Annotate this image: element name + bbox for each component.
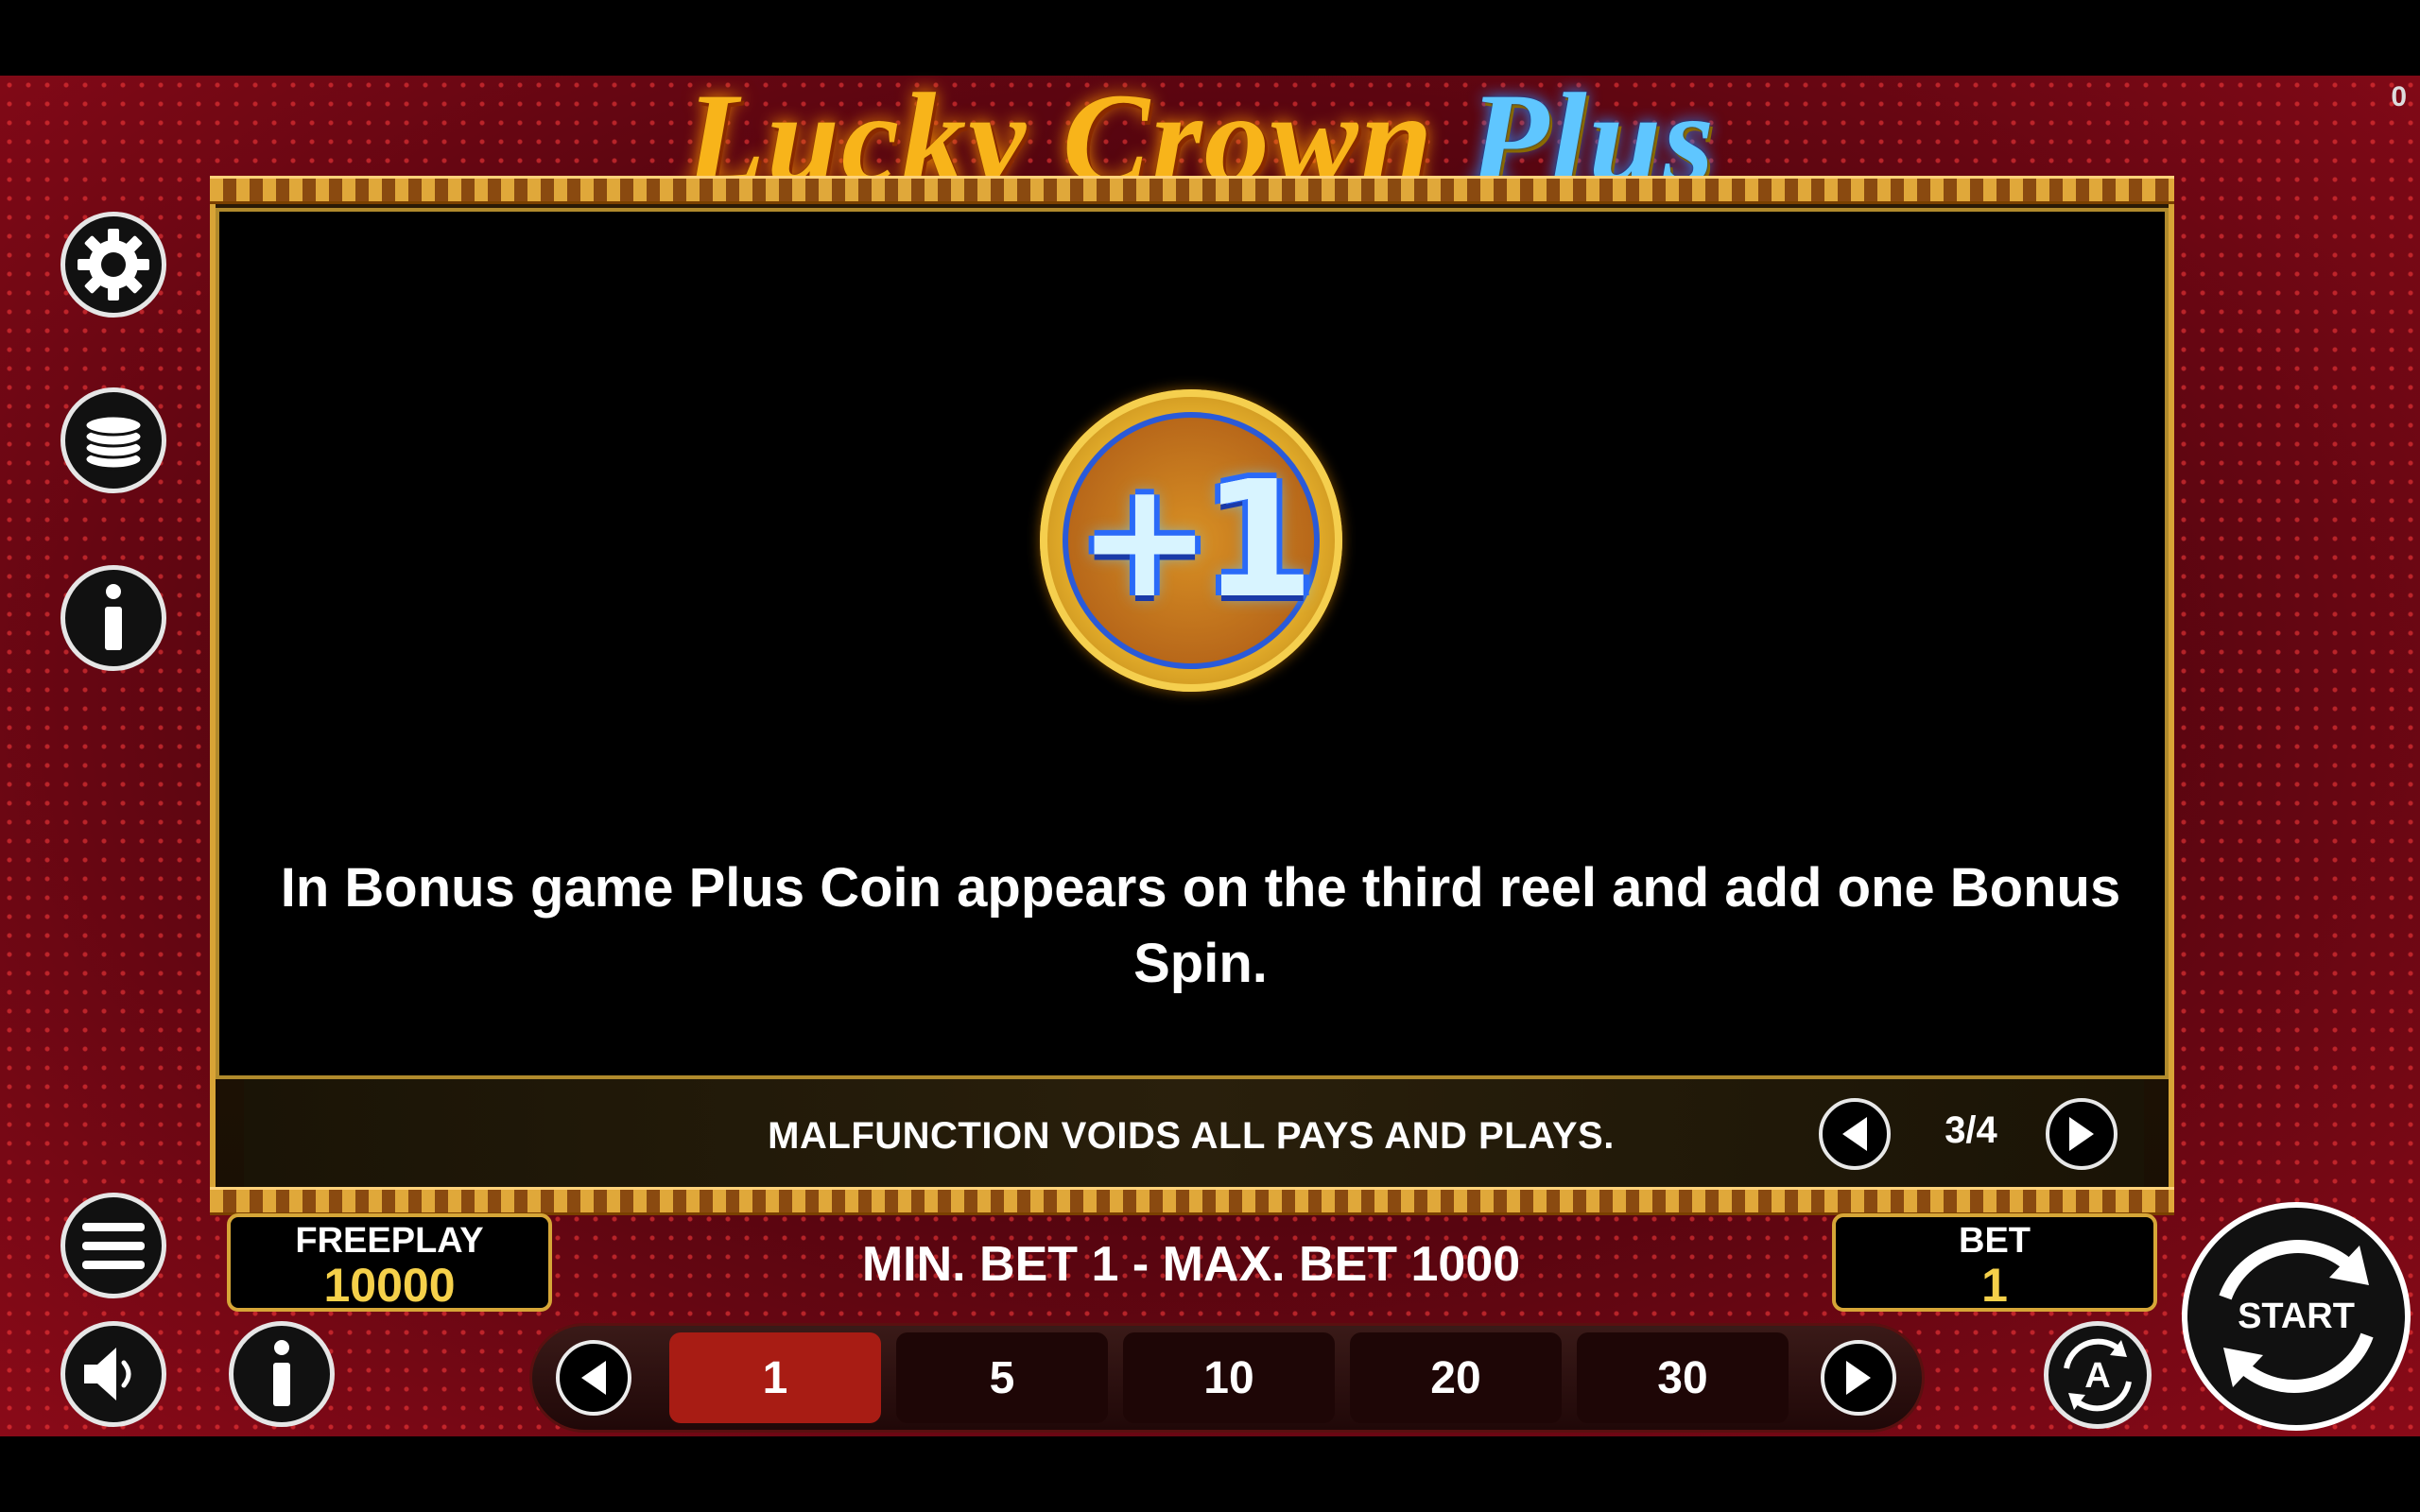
paytable-description: In Bonus game Plus Coin appears on the t… [280, 857, 2121, 994]
frame-top-border [210, 176, 2174, 204]
current-bet: BET 1 [1832, 1213, 2157, 1312]
next-page-button[interactable] [2046, 1098, 2118, 1170]
bet-option-20[interactable]: 20 [1350, 1332, 1562, 1423]
plus-coin-face: +1 [1063, 412, 1320, 669]
plus-coin-label: +1 [1077, 447, 1315, 634]
bet-label: BET [1959, 1221, 2031, 1261]
start-label: START [2238, 1296, 2355, 1336]
bet-value: 1 [1981, 1259, 2008, 1312]
freeplay-balance: FREEPLAY 10000 [227, 1213, 552, 1312]
coins-icon [83, 414, 144, 471]
gear-icon [78, 229, 149, 301]
bet-option-1[interactable]: 1 [669, 1332, 881, 1423]
autoplay-icon: A [2064, 1338, 2132, 1412]
info-icon [105, 584, 122, 650]
sound-button[interactable] [60, 1321, 166, 1427]
svg-text:A: A [2084, 1356, 2110, 1396]
chevron-right-icon [2069, 1117, 2094, 1151]
previous-page-button[interactable] [1819, 1098, 1891, 1170]
start-spin-button[interactable]: START [2182, 1202, 2411, 1431]
bet-option-30[interactable]: 30 [1577, 1332, 1789, 1423]
freeplay-value: 10000 [323, 1259, 456, 1312]
bet-option-5[interactable]: 5 [896, 1332, 1108, 1423]
chevron-left-icon [581, 1361, 606, 1395]
coins-button[interactable] [60, 387, 166, 493]
frame-bottom-border [210, 1187, 2174, 1215]
bet-option-10[interactable]: 10 [1123, 1332, 1335, 1423]
autoplay-button[interactable]: A [2044, 1321, 2152, 1429]
bet-increase-button[interactable] [1821, 1340, 1896, 1416]
plus-coin-icon: +1 [1040, 389, 1342, 692]
hamburger-menu-icon [82, 1223, 145, 1269]
menu-button[interactable] [60, 1193, 166, 1298]
freeplay-label: FREEPLAY [295, 1221, 484, 1261]
bet-limits: MIN. BET 1 - MAX. BET 1000 [861, 1237, 1521, 1292]
info-icon [273, 1340, 290, 1406]
info-button[interactable] [60, 565, 166, 671]
speaker-icon [84, 1348, 131, 1400]
page-indicator: 3/4 [1945, 1109, 1997, 1151]
bet-decrease-button[interactable] [556, 1340, 631, 1416]
corner-counter: 0 [2391, 81, 2407, 112]
settings-button[interactable] [60, 212, 166, 318]
chevron-left-icon [1842, 1117, 1867, 1151]
game-info-button[interactable] [229, 1321, 335, 1427]
malfunction-notice: MALFUNCTION VOIDS ALL PAYS AND PLAYS. [768, 1115, 1615, 1157]
chevron-right-icon [1846, 1361, 1871, 1395]
